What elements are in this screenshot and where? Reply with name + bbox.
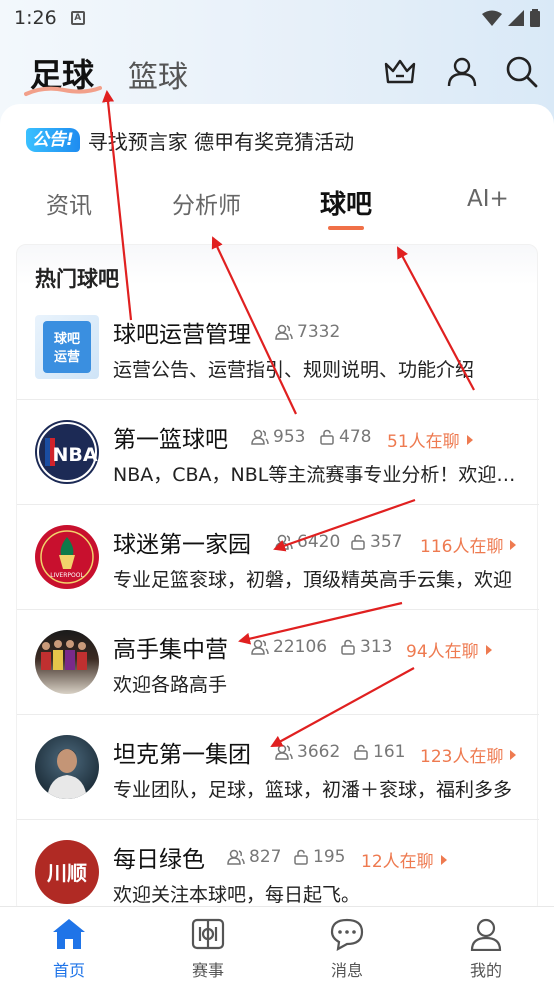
member-count: 22106 [251,637,327,657]
lock-icon [351,534,365,550]
lock-icon [354,744,368,760]
forum-description: 运营公告、运营指引、规则说明、功能介绍 [113,359,475,381]
forum-name: 坦克第一集团 [113,742,251,768]
crown-icon[interactable] [382,54,418,90]
chatting-count[interactable]: 12人在聊 [361,847,447,872]
status-time: 1:26 [14,7,57,29]
svg-text:NBA: NBA [52,444,97,466]
forum-row[interactable]: 川顺 每日绿色 827 195 12人在聊 欢迎关注本球吧，每日起飞。 [17,820,539,908]
member-count: 953 [251,427,305,447]
forum-description: 专业足篮衮球，初磐，頂级精英高手云集，欢迎 [113,569,513,591]
forum-name: 第一篮球吧 [113,427,228,453]
members-icon [251,639,269,655]
home-icon [53,919,85,949]
user-icon[interactable] [444,54,480,90]
search-icon[interactable] [504,54,540,90]
member-count: 7332 [275,322,340,342]
tab-news[interactable]: 资讯 [46,186,92,220]
play-icon [510,749,517,760]
wifi-icon [482,10,502,26]
lock-icon [294,849,308,865]
lock-icon [341,639,355,655]
active-tab-underline [24,86,102,96]
svg-text:运营: 运营 [54,349,80,365]
nav-home[interactable]: 首页 [19,907,119,984]
forum-description: 专业团队，足球，篮球，初潘＋衮球，福利多多 [113,779,513,801]
notice-bar[interactable]: 公告! 寻找预言家 德甲有奖竞猜活动 [26,126,354,154]
match-icon [191,918,225,950]
members-icon [251,429,269,445]
members-icon [227,849,245,865]
post-count: 161 [353,742,405,762]
svg-text:球吧: 球吧 [54,331,80,347]
forum-name: 每日绿色 [113,847,205,873]
message-icon [330,918,364,951]
nav-messages[interactable]: 消息 [297,907,397,984]
profile-icon [470,918,502,951]
forum-avatar: 球吧 运营 [35,315,99,379]
play-icon [466,434,473,445]
tab-analyst[interactable]: 分析师 [172,186,241,220]
members-icon [275,534,293,550]
forum-name: 球吧运营管理 [113,322,251,348]
forum-name: 高手集中营 [113,637,228,663]
forum-avatar [35,630,99,694]
forum-row[interactable]: NBA 第一篮球吧 953 478 51人在聊 NBA，CBA，NBL等主流赛事… [17,400,539,505]
forum-avatar: LIVERPOOL [35,525,99,589]
svg-text:LIVERPOOL: LIVERPOOL [50,572,84,579]
forum-description: NBA，CBA，NBL等主流赛事专业分析！欢迎加入 [113,464,523,486]
post-count: 357 [350,532,402,552]
members-icon [275,324,293,340]
tab-forum[interactable]: 球吧 [320,184,372,221]
forum-row[interactable]: LIVERPOOL 球迷第一家园 6420 357 116人在聊 专业足篮衮球，… [17,505,539,610]
member-count: 6420 [275,532,340,552]
play-icon [440,854,447,865]
notice-badge: 公告! [26,128,80,152]
forum-avatar [35,735,99,799]
tab-ai[interactable]: AI+ [467,186,509,212]
post-count: 195 [293,847,345,867]
chatting-count[interactable]: 116人在聊 [420,532,517,557]
signal-icon [508,10,524,26]
status-bar: 1:26 A [0,0,554,36]
chatting-count[interactable]: 123人在聊 [420,742,517,767]
member-count: 827 [227,847,281,867]
members-icon [275,744,293,760]
nav-label: 赛事 [191,961,224,980]
battery-icon [530,9,540,27]
forum-description: 欢迎关注本球吧，每日起飞。 [113,884,361,906]
forum-avatar: NBA [35,420,99,484]
chatting-count[interactable]: 51人在聊 [387,427,473,452]
lock-icon [320,429,334,445]
post-count: 313 [340,637,392,657]
section-title: 热门球吧 [35,267,119,291]
play-icon [485,644,492,655]
forum-row[interactable]: 球吧运营 球吧运营管理 7332 运营公告、运营指引、规则说明、功能介绍 [17,295,539,400]
chatting-count[interactable]: 94人在聊 [406,637,492,662]
nav-label: 首页 [52,961,85,980]
nav-label: 我的 [469,961,502,980]
content-tabs: 资讯 分析师 球吧 AI+ [0,180,554,236]
tab-basketball[interactable]: 篮球 [128,52,188,96]
nav-profile[interactable]: 我的 [436,907,536,984]
forum-row[interactable]: 高手集中营 22106 313 94人在聊 欢迎各路高手 [17,610,539,715]
forum-row[interactable]: 坦克第一集团 3662 161 123人在聊 专业团队，足球，篮球，初潘＋衮球，… [17,715,539,820]
forum-avatar: 川顺 [35,840,99,904]
forum-description: 欢迎各路高手 [113,674,228,696]
tab-underline [328,226,364,230]
forum-name: 球迷第一家园 [113,532,251,558]
member-count: 3662 [275,742,340,762]
bottom-navigation: 首页 赛事 消息 我的 [0,906,554,984]
play-icon [510,539,517,550]
sim-icon: A [70,11,85,25]
svg-text:川顺: 川顺 [46,861,87,885]
notice-text: 寻找预言家 德甲有奖竞猜活动 [87,129,355,154]
hot-forums-section: 热门球吧 球吧运营 球吧运营管理 7332 运营公告、运营指引、规则说明、功能介… [16,244,539,908]
post-count: 478 [319,427,371,447]
top-header: 足球 篮球 [0,40,554,104]
nav-match[interactable]: 赛事 [158,907,258,984]
main-card: 公告! 寻找预言家 德甲有奖竞猜活动 资讯 分析师 球吧 AI+ 热门球吧 球吧… [0,104,554,908]
nav-label: 消息 [330,961,363,980]
